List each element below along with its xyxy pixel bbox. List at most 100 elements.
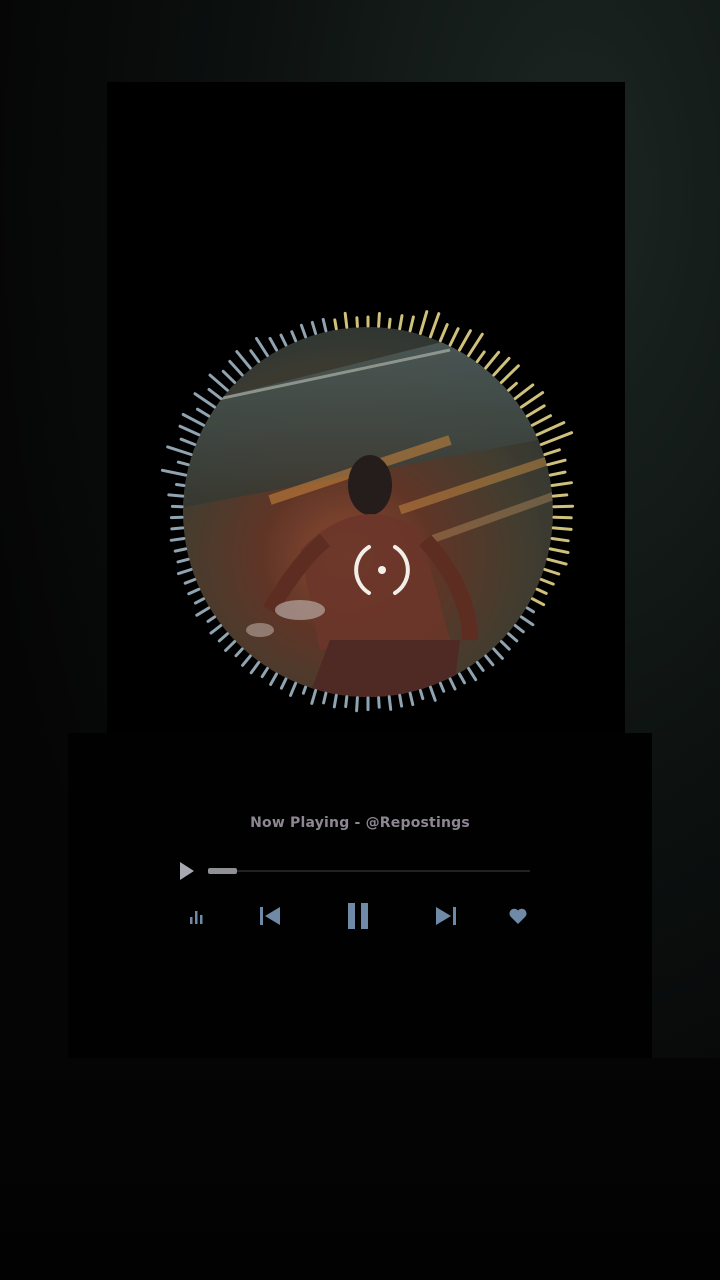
visualizer-bar — [535, 587, 548, 595]
visualizer-bar — [176, 460, 190, 467]
visualizer-bar — [408, 691, 415, 707]
visualizer-bar — [408, 315, 415, 333]
visualizer-bar — [193, 392, 216, 409]
visualizer-bar — [418, 689, 425, 701]
visualizer-bar — [429, 312, 441, 339]
visualizer-bar — [170, 526, 185, 531]
visualizer-bar — [548, 470, 567, 477]
visualizer-bar — [344, 695, 349, 709]
visualizer-bar — [520, 391, 545, 409]
visualizer-bar — [179, 437, 197, 446]
playback-controls — [0, 896, 720, 936]
album-art — [183, 327, 553, 697]
visualizer-bar — [207, 387, 223, 400]
visualizer-bar — [492, 356, 511, 377]
like-button[interactable] — [498, 896, 538, 936]
visualizer-bar — [499, 364, 520, 384]
visualizer-bar — [438, 323, 449, 343]
visualizer-bar — [475, 661, 485, 672]
visualizer-bar — [492, 647, 504, 660]
visualizer-bar — [310, 320, 318, 335]
visualizer-bar — [160, 468, 188, 477]
visualizer-bar — [438, 681, 446, 693]
bottom-shade — [0, 1058, 720, 1280]
visualizer-bar — [255, 337, 269, 357]
visualizer-bar — [343, 311, 349, 329]
visualizer-bar — [332, 693, 338, 709]
visualizer-bar — [166, 445, 193, 456]
visualizer-bar — [169, 537, 186, 542]
center-logo-icon — [349, 537, 415, 603]
previous-button[interactable] — [250, 896, 290, 936]
play-icon[interactable] — [180, 862, 194, 880]
visualizer-bar — [269, 672, 278, 686]
equalizer-icon — [190, 911, 203, 924]
visualizer-bar — [193, 597, 205, 605]
visualizer-bar — [310, 689, 318, 705]
visualizer-bar — [228, 359, 244, 377]
visualizer-bar — [268, 336, 278, 352]
visualizer-bar — [531, 414, 552, 427]
visualizer-bar — [535, 421, 566, 437]
visualizer-bar — [321, 317, 328, 333]
visualizer-bar — [484, 654, 495, 667]
visualizer-bar — [513, 383, 535, 400]
visualizer-bar — [377, 696, 381, 709]
visualizer-bar — [206, 615, 216, 623]
pause-button[interactable] — [338, 896, 378, 936]
audio-visualizer — [150, 310, 590, 720]
visualizer-bar — [167, 493, 185, 498]
visualizer-bar — [543, 568, 561, 576]
visualizer-bar — [499, 640, 511, 651]
equalizer-button[interactable] — [177, 896, 217, 936]
heart-icon — [509, 908, 527, 924]
visualizer-bar — [546, 557, 568, 566]
visualizer-bar — [355, 316, 359, 328]
now-playing-title: Now Playing - @Repostings — [250, 815, 470, 831]
visualizer-bar — [448, 677, 457, 691]
pause-icon — [348, 903, 368, 929]
next-button[interactable] — [426, 896, 466, 936]
skip-previous-icon — [260, 907, 280, 925]
visualizer-bar — [217, 632, 229, 643]
visualizer-bar — [525, 606, 535, 614]
visualizer-bar — [355, 696, 359, 713]
visualizer-bar — [249, 661, 261, 675]
visualizer-bar — [377, 312, 381, 328]
visualizer-bar — [260, 667, 269, 679]
visualizer-bar — [249, 349, 261, 363]
visualizer-bar — [418, 310, 429, 335]
visualizer-bar — [467, 332, 484, 357]
player-screen: Now Playing - @Repostings — [0, 0, 720, 1280]
visualizer-bar — [234, 647, 244, 658]
progress-row — [178, 859, 532, 883]
visualizer-bar — [322, 691, 328, 705]
visualizer-bar — [550, 537, 570, 543]
visualizer-bar — [221, 369, 237, 384]
visualizer-bar — [398, 693, 404, 708]
visualizer-bar — [552, 515, 573, 520]
visualizer-bar — [178, 424, 201, 437]
visualizer-bar — [507, 632, 519, 643]
visualizer-bar — [333, 318, 338, 331]
visualizer-bar — [279, 677, 288, 690]
visualizer-bar — [195, 606, 211, 617]
visualizer-bar — [448, 327, 460, 347]
visualizer-bar — [289, 681, 298, 697]
progress-track[interactable] — [208, 868, 530, 874]
visualizer-bar — [550, 481, 573, 487]
visualizer-bar — [531, 597, 546, 607]
visualizer-bar — [551, 493, 569, 498]
visualizer-bar — [235, 350, 252, 370]
visualizer-bar — [173, 547, 188, 553]
visualizer-bar — [546, 458, 567, 467]
visualizer-bar — [224, 640, 237, 652]
visualizer-bar — [301, 685, 307, 695]
visualizer-bar — [183, 578, 197, 585]
visualizer-bar — [458, 329, 472, 352]
visualizer-bar — [539, 578, 555, 586]
visualizer-bar — [525, 404, 546, 418]
visualizer-bar — [196, 407, 211, 418]
visualizer-bar — [429, 685, 437, 702]
progress-fill[interactable] — [208, 868, 237, 874]
